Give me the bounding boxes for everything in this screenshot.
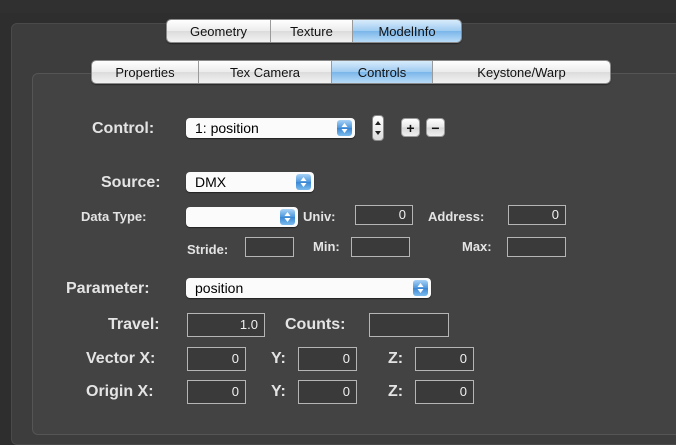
tab-tex-camera[interactable]: Tex Camera [199,61,332,83]
max-label: Max: [462,239,492,254]
counts-label: Counts: [285,316,346,333]
origin-z-field[interactable]: 0 [415,380,474,404]
source-select[interactable]: DMX [186,172,314,192]
tab-controls[interactable]: Controls [332,61,433,83]
vector-y-label: Y: [271,350,286,367]
data-type-select[interactable] [186,207,298,227]
main-tab-bar: Geometry Texture ModelInfo [166,19,462,43]
univ-field[interactable]: 0 [355,205,413,225]
data-type-label: Data Type: [81,209,147,224]
counts-field[interactable] [369,313,449,337]
source-label: Source: [101,174,161,191]
parameter-select[interactable]: position [186,278,431,298]
stepper-arrows-icon [375,121,381,135]
select-arrows-icon [413,280,428,296]
stride-field[interactable] [245,237,294,257]
origin-y-label: Y: [271,383,286,400]
parameter-select-value: position [195,280,244,296]
vector-z-field[interactable]: 0 [415,347,474,371]
origin-x-field[interactable]: 0 [187,380,246,404]
select-arrows-icon [337,120,352,136]
vector-x-label: Vector X: [86,350,156,367]
parameter-label: Parameter: [66,280,150,297]
address-label: Address: [428,209,485,224]
address-field[interactable]: 0 [508,205,566,225]
stride-label: Stride: [187,242,229,257]
tab-geometry[interactable]: Geometry [167,20,271,42]
source-select-value: DMX [195,174,227,190]
control-label: Control: [92,120,155,137]
select-arrows-icon [280,209,295,225]
min-label: Min: [313,239,340,254]
travel-field[interactable]: 1.0 [187,313,265,337]
control-select-value: 1: position [195,120,259,136]
sub-tab-bar: Properties Tex Camera Controls Keystone/… [91,60,611,84]
tab-properties[interactable]: Properties [92,61,199,83]
control-select[interactable]: 1: position [186,118,355,138]
univ-label: Univ: [303,209,336,224]
vector-y-field[interactable]: 0 [298,347,357,371]
tab-texture[interactable]: Texture [271,20,353,42]
add-control-button[interactable]: + [401,118,420,137]
origin-z-label: Z: [388,383,404,400]
origin-y-field[interactable]: 0 [298,380,357,404]
control-stepper[interactable] [372,115,384,141]
travel-label: Travel: [108,316,160,333]
select-arrows-icon [296,174,311,190]
remove-control-button[interactable]: − [426,118,445,137]
top-strip [0,0,676,13]
max-field[interactable] [507,237,566,257]
tab-keystone-warp[interactable]: Keystone/Warp [433,61,610,83]
min-field[interactable] [351,237,410,257]
vector-x-field[interactable]: 0 [187,347,246,371]
tab-modelinfo[interactable]: ModelInfo [353,20,461,42]
origin-x-label: Origin X: [86,383,154,400]
vector-z-label: Z: [388,350,404,367]
